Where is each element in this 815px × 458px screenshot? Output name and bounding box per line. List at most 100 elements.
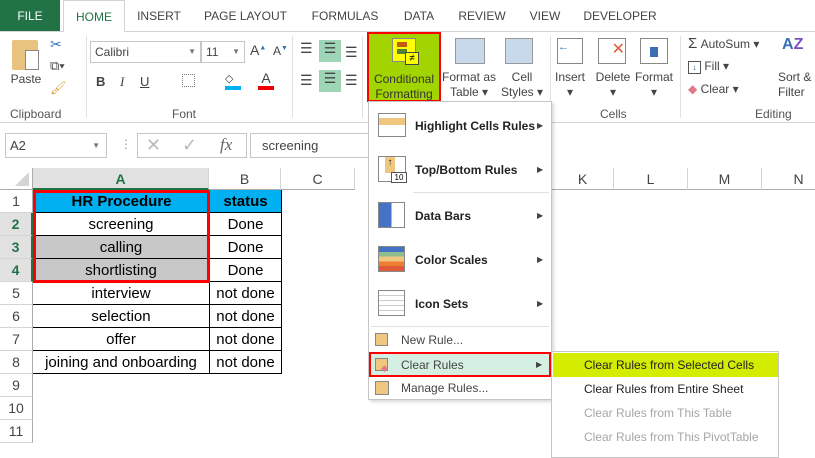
bottom-align-icon[interactable]: ☰ bbox=[345, 44, 358, 61]
cell-status[interactable]: Done bbox=[210, 213, 282, 236]
align-right-icon[interactable]: ☰ bbox=[345, 72, 358, 89]
tab-view[interactable]: VIEW bbox=[522, 0, 568, 31]
clear-button[interactable]: ◆ Clear ▾ bbox=[688, 82, 739, 96]
column-header-k[interactable]: K bbox=[552, 168, 614, 190]
fill-color-icon[interactable]: ◇ bbox=[225, 72, 241, 90]
tab-page-layout[interactable]: PAGE LAYOUT bbox=[193, 0, 298, 31]
cell-status[interactable]: Done bbox=[210, 236, 282, 259]
cell-procedure[interactable]: interview bbox=[33, 282, 210, 305]
row-header-6[interactable]: 6 bbox=[0, 305, 33, 328]
align-left-icon[interactable]: ☰ bbox=[300, 72, 313, 89]
tab-data[interactable]: DATA bbox=[393, 0, 445, 31]
copy-icon[interactable]: ⧉▾ bbox=[50, 58, 65, 74]
tab-home[interactable]: HOME bbox=[63, 0, 125, 32]
format-as-table-button[interactable]: Format as Table ▾ bbox=[441, 70, 497, 100]
menu-item-manage-rules[interactable]: Manage Rules... bbox=[369, 377, 551, 399]
format-painter-icon[interactable]: 🖌 bbox=[50, 80, 67, 96]
row-header-11[interactable]: 11 bbox=[0, 420, 33, 443]
borders-icon[interactable] bbox=[182, 74, 195, 87]
clear-rules-submenu: Clear Rules from Selected Cells Clear Ru… bbox=[551, 351, 779, 458]
cell-status[interactable]: not done bbox=[210, 305, 282, 328]
menu-item-label: Color Scales bbox=[415, 253, 488, 267]
menu-item-clear-rules[interactable]: ◆ Clear Rules ▶ bbox=[369, 352, 551, 377]
format-button[interactable]: Format ▾ bbox=[633, 70, 675, 100]
conditional-formatting-menu: Highlight Cells Rules ▶ ↑ 10 Top/Bottom Rul… bbox=[368, 101, 552, 400]
column-header-a[interactable]: A bbox=[33, 168, 209, 190]
sort-filter-label-2: Filter bbox=[778, 85, 805, 99]
cell-procedure[interactable]: selection bbox=[33, 305, 210, 328]
cell-status[interactable]: not done bbox=[210, 282, 282, 305]
conditional-formatting-label-1: Conditional bbox=[373, 72, 435, 86]
chevron-right-icon: ▶ bbox=[537, 299, 544, 308]
conditional-formatting-button[interactable]: ≠ Conditional Formatting bbox=[367, 32, 441, 102]
row-header-3[interactable]: 3 bbox=[0, 236, 33, 259]
tab-review[interactable]: REVIEW bbox=[452, 0, 512, 31]
cell-status[interactable]: Done bbox=[210, 259, 282, 282]
paste-button[interactable]: Paste bbox=[6, 72, 46, 87]
menu-item-data-bars[interactable]: Data Bars ▶ bbox=[369, 194, 551, 238]
column-header-c[interactable]: C bbox=[281, 168, 355, 190]
font-group-label: Font bbox=[172, 107, 197, 121]
cell-procedure[interactable]: offer bbox=[33, 328, 210, 351]
column-header-m[interactable]: M bbox=[688, 168, 762, 190]
column-header-n[interactable]: N bbox=[762, 168, 815, 190]
sort-filter-icon: AZ bbox=[782, 36, 804, 53]
tab-formulas[interactable]: FORMULAS bbox=[300, 0, 390, 31]
tab-insert[interactable]: INSERT bbox=[128, 0, 190, 31]
underline-button[interactable]: U bbox=[140, 74, 149, 89]
tab-developer[interactable]: DEVELOPER bbox=[578, 0, 662, 31]
row-header-8[interactable]: 8 bbox=[0, 351, 33, 374]
delete-button[interactable]: Delete ▾ bbox=[593, 70, 633, 100]
cut-icon[interactable]: ✂ bbox=[50, 36, 62, 53]
sort-filter-label-1: Sort & bbox=[778, 70, 812, 84]
font-color-icon[interactable]: A bbox=[258, 70, 274, 90]
row-header-1[interactable]: 1 bbox=[0, 190, 33, 213]
column-header-l[interactable]: L bbox=[614, 168, 688, 190]
enter-icon[interactable]: ✓ bbox=[182, 135, 197, 156]
menu-item-new-rule[interactable]: New Rule... bbox=[369, 329, 551, 351]
row-header-4[interactable]: 4 bbox=[0, 259, 33, 282]
select-all-button[interactable] bbox=[0, 168, 33, 190]
align-center-icon[interactable]: ☰ bbox=[319, 70, 341, 92]
cancel-icon[interactable]: ✕ bbox=[146, 135, 161, 156]
italic-button[interactable]: I bbox=[120, 74, 124, 90]
row-header-7[interactable]: 7 bbox=[0, 328, 33, 351]
menu-item-icon-sets[interactable]: Icon Sets ▶ bbox=[369, 282, 551, 326]
menu-item-color-scales[interactable]: Color Scales ▶ bbox=[369, 238, 551, 282]
menu-item-label: Highlight Cells Rules bbox=[415, 119, 536, 133]
shrink-font-icon[interactable]: A▼ bbox=[273, 44, 288, 58]
menu-item-highlight-cells-rules[interactable]: Highlight Cells Rules ▶ bbox=[369, 104, 551, 148]
insert-label: Insert bbox=[554, 70, 585, 84]
insert-button[interactable]: Insert ▾ bbox=[550, 70, 590, 100]
conditional-formatting-label-2: Formatting bbox=[375, 87, 433, 101]
grow-font-icon[interactable]: A▲ bbox=[250, 42, 266, 58]
cell-status[interactable]: not done bbox=[210, 351, 282, 374]
fill-button[interactable]: ↓ Fill ▾ bbox=[688, 59, 729, 74]
submenu-item-clear-entire-sheet[interactable]: Clear Rules from Entire Sheet bbox=[553, 377, 778, 401]
row-header-5[interactable]: 5 bbox=[0, 282, 33, 305]
top-align-icon[interactable]: ☰ bbox=[300, 40, 313, 57]
insert-function-icon[interactable]: fx bbox=[220, 135, 232, 155]
tab-file[interactable]: FILE bbox=[0, 0, 60, 31]
autosum-button[interactable]: Σ AutoSum ▾ bbox=[688, 35, 759, 52]
row-header-9[interactable]: 9 bbox=[0, 374, 33, 397]
row-header-10[interactable]: 10 bbox=[0, 397, 33, 420]
cell-styles-button[interactable]: Cell Styles ▾ bbox=[497, 70, 547, 100]
submenu-item-clear-selected-cells[interactable]: Clear Rules from Selected Cells bbox=[553, 353, 778, 377]
font-name-select[interactable]: Calibri ▼ bbox=[90, 41, 201, 63]
menu-item-top-bottom-rules[interactable]: ↑ 10 Top/Bottom Rules ▶ bbox=[369, 148, 551, 192]
column-header-b[interactable]: B bbox=[209, 168, 281, 190]
chevron-down-icon: ▼ bbox=[188, 47, 196, 56]
eraser-icon: ◆ bbox=[688, 82, 698, 96]
row-header-2[interactable]: 2 bbox=[0, 213, 33, 236]
font-size-select[interactable]: 11 ▼ bbox=[201, 41, 245, 63]
cell-status[interactable]: not done bbox=[210, 328, 282, 351]
header-cell-status[interactable]: status bbox=[210, 190, 282, 213]
formula-input[interactable]: screening bbox=[250, 133, 370, 158]
format-as-table-icon bbox=[455, 38, 485, 64]
middle-align-icon[interactable]: ☰ bbox=[319, 40, 341, 62]
sort-filter-button[interactable]: Sort & Filter bbox=[778, 70, 815, 100]
cell-procedure[interactable]: joining and onboarding bbox=[33, 351, 210, 374]
name-box[interactable]: A2 ▼ bbox=[5, 133, 107, 158]
bold-button[interactable]: B bbox=[96, 74, 105, 89]
